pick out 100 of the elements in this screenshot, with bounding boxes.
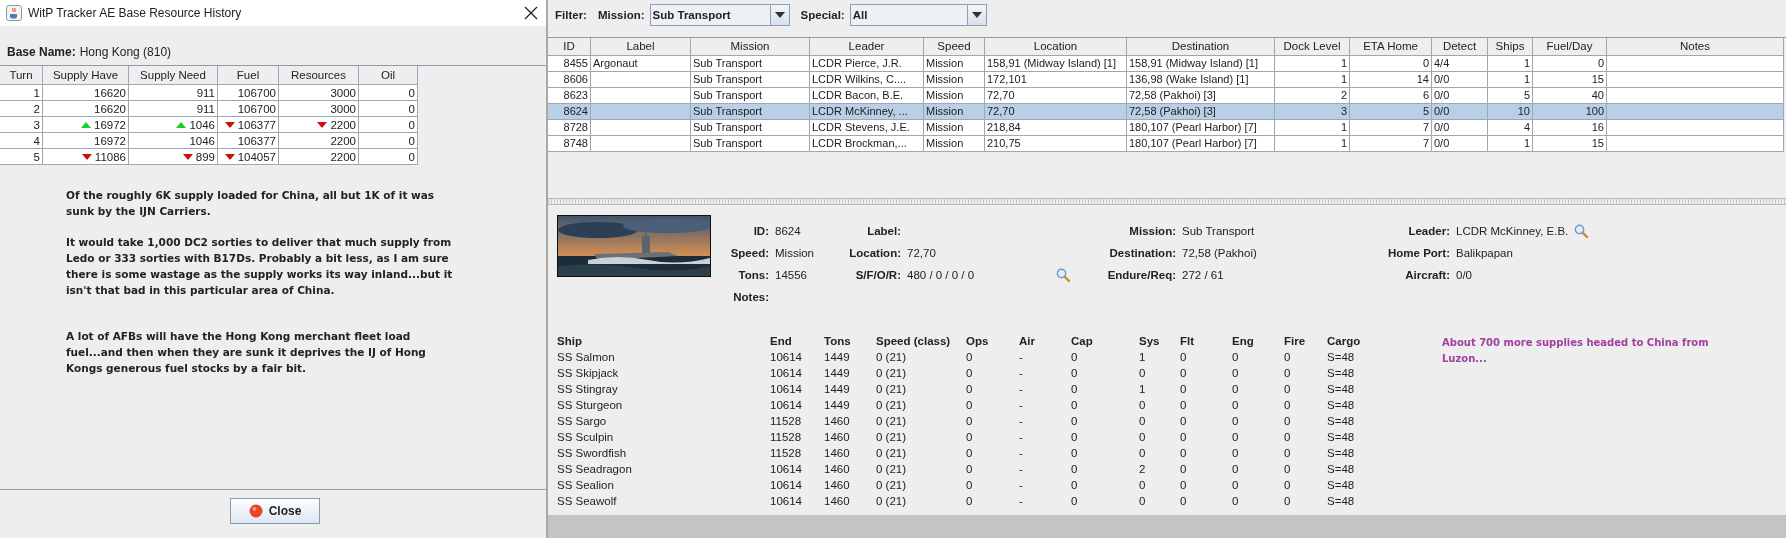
field-label: Leader: xyxy=(1407,224,1450,239)
search-icon[interactable] xyxy=(1056,268,1070,282)
column-header[interactable]: Supply Have xyxy=(43,66,129,85)
table-cell: Sub Transport xyxy=(693,73,763,85)
table-cell: 10614 xyxy=(770,463,802,475)
table-cell: 11086 xyxy=(43,149,129,165)
table-cell: 0 xyxy=(1180,431,1187,443)
table-cell: 1 xyxy=(1340,73,1347,85)
column-header: Flt xyxy=(1180,335,1195,347)
field-value: Sub Transport xyxy=(1182,224,1255,239)
field-value: 72,58 (Pakhoi) xyxy=(1182,246,1257,261)
table-cell: 11528 xyxy=(770,447,802,459)
field-label: Endure/Req: xyxy=(1106,268,1176,283)
table-row[interactable]: 8748 Sub Transport LCDR Brockman,... Mission 210,75 180,107 (Pearl Harbor) [7] 1 7 0/0 1 15 xyxy=(548,136,1786,152)
table-cell: 5 xyxy=(0,149,43,165)
table-cell: 0 (21) xyxy=(876,479,907,491)
table-row[interactable]: 8728 Sub Transport LCDR Stevens, J.E. Mission 218,84 180,107 (Pearl Harbor) [7] 1 7 0/0 4 16 xyxy=(548,120,1786,136)
table-cell: 2200 xyxy=(279,149,359,165)
table-cell: S=48 xyxy=(1327,431,1355,443)
table-cell: 0 xyxy=(1071,447,1078,459)
close-icon[interactable] xyxy=(524,6,538,20)
table-cell: 0 xyxy=(359,149,418,165)
comment-paragraph: A lot of AFBs will have the Hong Kong merchant fleet load fuel...and then when they are sunk it deprives the IJ of Hong Kongs generous fuel stocks by a fair bit. xyxy=(66,329,427,376)
search-icon[interactable] xyxy=(1574,224,1589,238)
mission-dropdown[interactable]: Sub Transport xyxy=(649,4,790,26)
table-cell: 15 xyxy=(1591,137,1604,149)
table-cell: 0 xyxy=(966,383,973,395)
column-header: Ship xyxy=(557,335,582,347)
table-cell: 0 xyxy=(966,479,973,491)
table-cell: S=48 xyxy=(1327,367,1355,379)
column-header[interactable]: Turn xyxy=(0,66,43,85)
field-label: Label: xyxy=(866,224,901,239)
column-header[interactable]: Resources xyxy=(279,66,359,85)
table-cell: 106377 xyxy=(218,133,279,149)
table-cell: 3000 xyxy=(279,101,359,117)
table-cell: 0 xyxy=(1284,399,1291,411)
table-row[interactable]: 8455 Argonaut Sub Transport LCDR Pierce, J.R. Mission 158,91 (Midway Island) [1] 158,91 (Midway Island) [1] 1 0 4/4 1 0 xyxy=(548,56,1786,72)
table-cell: 0 (21) xyxy=(876,351,907,363)
table-row[interactable]: 8624 Sub Transport LCDR McKinney, ... Mission 72,70 72,58 (Pakhoi) [3] 3 5 0/0 10 100 xyxy=(548,104,1786,120)
table-cell: Mission xyxy=(926,73,964,85)
field-label: S/F/O/R: xyxy=(854,268,901,283)
table-cell: 0/0 xyxy=(1434,121,1450,133)
table-cell: 0 xyxy=(1422,57,1429,69)
table-cell: 11528 xyxy=(770,431,802,443)
table-cell: 2 xyxy=(0,101,43,117)
table-row[interactable]: 8623 Sub Transport LCDR Bacon, B.E. Mission 72,70 72,58 (Pakhoi) [3] 2 6 0/0 5 40 xyxy=(548,88,1786,104)
table-cell: 0 xyxy=(1232,463,1239,475)
filter-label: Filter: xyxy=(555,9,587,21)
close-button[interactable]: Close xyxy=(229,498,321,524)
table-cell: 2200 xyxy=(279,117,359,133)
table-cell: LCDR Brockman,... xyxy=(812,137,907,149)
table-row[interactable]: 8606 Sub Transport LCDR Wilkins, C.... Mission 172,101 136,98 (Wake Island) [1] 1 14 0/0 1 15 xyxy=(548,72,1786,88)
table-cell: 0 xyxy=(1284,367,1291,379)
table-cell: - xyxy=(1019,383,1023,395)
table-cell: 8728 xyxy=(563,121,588,133)
table-cell: - xyxy=(1019,415,1023,427)
column-header[interactable]: Oil xyxy=(359,66,418,85)
table-cell: 0 xyxy=(1071,431,1078,443)
table-cell: 218,84 xyxy=(987,121,1021,133)
table-cell: LCDR Wilkins, C.... xyxy=(812,73,907,85)
table-cell: 7 xyxy=(1422,121,1429,133)
up-triangle-icon xyxy=(81,121,91,128)
table-cell: 0 xyxy=(1180,367,1187,379)
table-cell: 0/0 xyxy=(1434,73,1450,85)
column-header: Fire xyxy=(1284,335,1306,347)
table-cell: SS Swordfish xyxy=(557,447,627,459)
table-cell: - xyxy=(1019,495,1023,507)
splitter-handle[interactable] xyxy=(548,198,1786,205)
table-cell: S=48 xyxy=(1327,415,1355,427)
table-cell: 0 xyxy=(1232,367,1239,379)
table-cell: S=48 xyxy=(1327,447,1355,459)
table-cell: S=48 xyxy=(1327,495,1355,507)
table-cell: Sub Transport xyxy=(693,105,763,117)
table-cell: 10614 xyxy=(770,367,802,379)
table-cell: Mission xyxy=(926,121,964,133)
table-cell: 4 xyxy=(0,133,43,149)
column-header: Air xyxy=(1019,335,1035,347)
table-cell: 1449 xyxy=(824,351,850,363)
table-cell: 0 xyxy=(359,101,418,117)
table-cell: 0 xyxy=(1180,415,1187,427)
table-cell: 1449 xyxy=(824,399,850,411)
column-header[interactable]: Supply Need xyxy=(129,66,218,85)
down-triangle-icon xyxy=(224,121,235,128)
table-cell: 0/0 xyxy=(1434,89,1450,101)
column-header[interactable]: Fuel xyxy=(218,66,279,85)
table-cell: - xyxy=(1019,447,1023,459)
special-dropdown[interactable]: All xyxy=(849,4,987,26)
table-cell: 0 xyxy=(1180,351,1187,363)
table-cell: 0 (21) xyxy=(876,367,907,379)
table-cell: 0 xyxy=(1071,399,1078,411)
down-triangle-icon xyxy=(317,121,328,128)
table-cell: 40 xyxy=(1591,89,1604,101)
table-cell: 0 (21) xyxy=(876,415,907,427)
table-cell: 0 xyxy=(1232,431,1239,443)
table-cell: 10614 xyxy=(770,495,802,507)
table-cell: 16620 xyxy=(43,85,129,101)
table-cell: 0 xyxy=(1071,383,1078,395)
up-triangle-icon xyxy=(176,121,187,128)
table-cell: LCDR Stevens, J.E. xyxy=(812,121,910,133)
dropdown-arrow-icon xyxy=(774,12,785,18)
